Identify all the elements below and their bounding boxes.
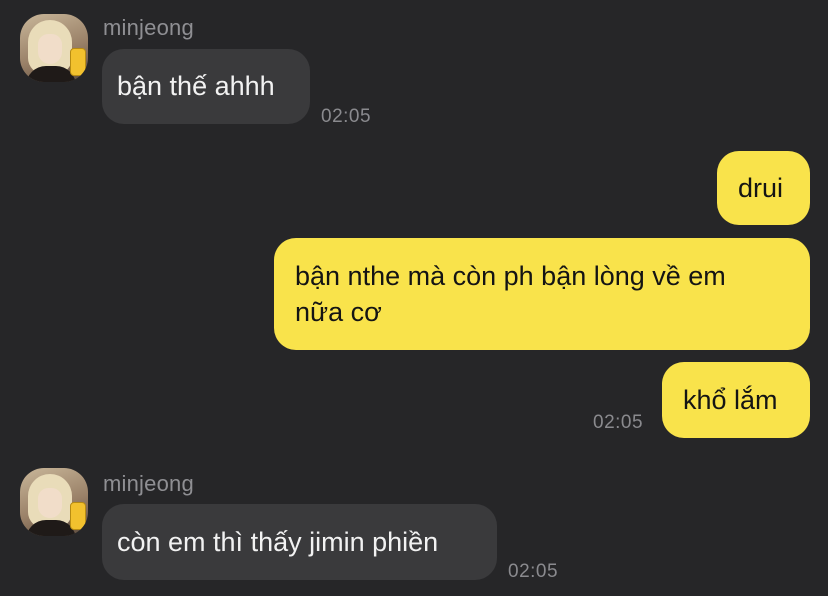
message-bubble-outgoing[interactable]: bận nthe mà còn ph bận lòng về em nữa cơ (274, 238, 810, 350)
message-bubble-incoming[interactable]: bận thế ahhh (102, 49, 310, 124)
message-time: 02:05 (321, 106, 372, 127)
message-bubble-outgoing[interactable]: drui (717, 151, 810, 225)
chat-view: minjeong bận thế ahhh 02:05 drui bận nth… (0, 0, 828, 596)
sender-avatar[interactable] (20, 468, 88, 536)
sender-name: minjeong (103, 471, 194, 496)
message-time: 02:05 (593, 412, 644, 433)
sender-avatar[interactable] (20, 14, 88, 82)
message-bubble-outgoing[interactable]: khổ lắm (662, 362, 810, 438)
message-time: 02:05 (508, 561, 559, 582)
sender-name: minjeong (103, 15, 194, 40)
message-bubble-incoming[interactable]: còn em thì thấy jimin phiền (102, 504, 497, 580)
